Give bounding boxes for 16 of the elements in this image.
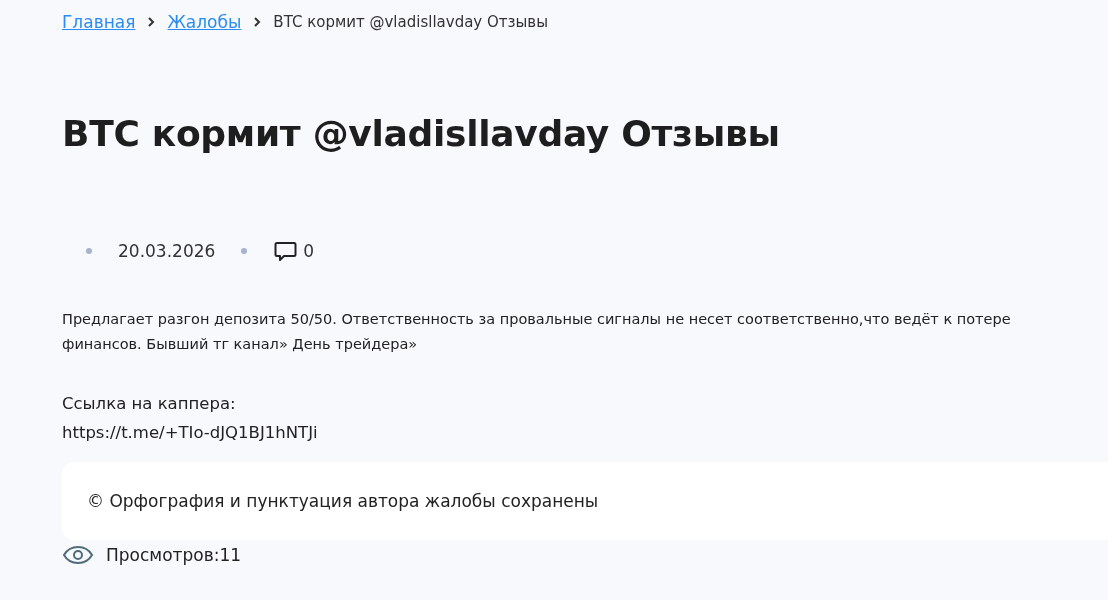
bullet-icon [86, 248, 92, 254]
notice-card: © Орфография и пунктуация автора жалобы сохранены [62, 462, 1108, 540]
chevron-icon [253, 16, 262, 28]
complaint-text: Предлагает разгон депозита 50/50. Ответственность за провальные сигналы не несет соответственно,что ведёт к потере финансов. Бывший тг канал» День трейдера» [62, 310, 1012, 354]
breadcrumb-link[interactable]: Главная [62, 12, 136, 32]
comment-count: 0 [303, 241, 315, 261]
bullet-icon [241, 248, 248, 254]
page-title: BTC кормит @vladisllavday Отзывы [62, 112, 781, 156]
post-date: 20.03.2026 [118, 241, 216, 261]
link-url: https://t.me/+TIo-dJQ1BJ1hNTJi [62, 422, 319, 444]
view-count: Просмотров:11 [106, 545, 242, 565]
breadcrumb-link[interactable]: Жалобы [167, 12, 242, 32]
eye-icon [62, 545, 94, 565]
link-label: Ссылка на каппера: [62, 393, 237, 415]
chevron-icon [147, 16, 156, 28]
breadcrumb-current: BTC кормит @vladisllavday Отзывы [273, 13, 549, 31]
